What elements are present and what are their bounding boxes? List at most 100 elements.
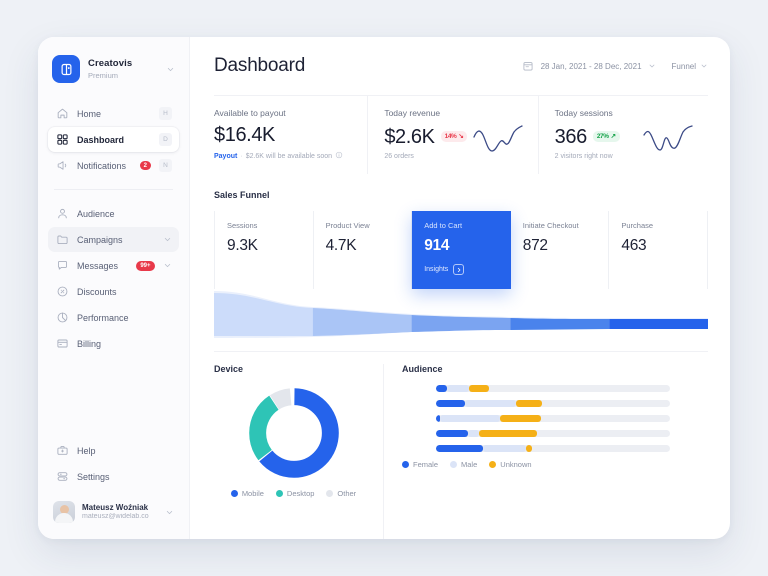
avatar — [53, 501, 75, 523]
arrow-down-icon: ↘ — [458, 133, 463, 140]
chip-value: 14% — [445, 133, 457, 140]
grid-icon — [55, 133, 69, 147]
sidebar-item-performance[interactable]: Performance — [48, 305, 179, 330]
status-badge: 27% ↗ — [593, 131, 620, 142]
user-profile[interactable]: Mateusz Woźniak mateusz@widelab.co — [48, 495, 179, 529]
segment-unknown — [479, 430, 536, 437]
funnel-stage-product-view[interactable]: Product View 4.7K — [314, 211, 413, 289]
bottom-row: Device Mo — [214, 351, 708, 539]
funnel-stage-purchase[interactable]: Purchase 463 — [609, 211, 708, 289]
legend-item-mobile: Mobile — [231, 489, 264, 498]
audience-legend: Female Male Unknown — [402, 460, 708, 469]
sidebar-item-label: Dashboard — [77, 135, 151, 145]
help-icon — [55, 444, 69, 458]
kpi-value: 366 — [555, 126, 587, 148]
segment-male — [483, 445, 526, 452]
chevron-down-icon — [163, 261, 172, 270]
user-email: mateusz@widelab.co — [82, 513, 158, 522]
stage-value: 9.3K — [227, 237, 301, 255]
legend-swatch — [326, 490, 333, 497]
user-icon — [55, 207, 69, 221]
sidebar-item-settings[interactable]: Settings — [48, 464, 179, 489]
top-controls: 28 Jan, 2021 - 28 Dec, 2021 Funnel — [522, 60, 708, 73]
calendar-icon — [522, 60, 535, 73]
stage-value: 872 — [523, 237, 597, 255]
kpi-subtext: Payout · $2.6K will be available soon — [214, 151, 353, 161]
separator-dot: · — [240, 153, 242, 160]
funnel-stage-initiate-checkout[interactable]: Initiate Checkout 872 — [511, 211, 610, 289]
legend-swatch — [276, 490, 283, 497]
shortcut-key: N — [159, 159, 172, 172]
sidebar-item-label: Performance — [77, 313, 172, 323]
discount-icon — [55, 285, 69, 299]
section-title: Device — [214, 364, 373, 374]
stacked-bar — [436, 400, 670, 407]
segment-unknown — [526, 445, 532, 452]
insights-button[interactable]: Insights — [424, 264, 498, 275]
sidebar-item-label: Messages — [77, 261, 128, 271]
sidebar-item-label: Settings — [77, 472, 172, 482]
info-icon[interactable] — [335, 151, 343, 161]
sidebar-item-home[interactable]: Home H — [48, 101, 179, 126]
sidebar-item-label: Home — [77, 109, 151, 119]
legend-item-desktop: Desktop — [276, 489, 315, 498]
stacked-bar — [436, 430, 670, 437]
user-name: Mateusz Woźniak — [82, 503, 158, 513]
sales-funnel-section: Sales Funnel Sessions 9.3K Product View … — [214, 190, 708, 339]
kpi-label: Available to payout — [214, 108, 353, 118]
main-content: Dashboard 28 Jan, 2021 - 28 Dec, 2021 Fu… — [190, 37, 730, 539]
legend-label: Desktop — [287, 489, 315, 498]
chevron-down-icon — [700, 62, 708, 70]
kpi-value: $16.4K — [214, 124, 275, 146]
nav-footer: Help Settings — [48, 438, 179, 489]
segment-female — [436, 445, 483, 452]
folder-icon — [55, 233, 69, 247]
legend-label: Mobile — [242, 489, 264, 498]
kpi-subtext: 2 visitors right now — [555, 153, 613, 160]
legend-label: Other — [337, 489, 356, 498]
funnel-stage-sessions[interactable]: Sessions 9.3K — [214, 211, 314, 289]
insights-label: Insights — [424, 266, 448, 273]
sparkline-icon — [472, 124, 524, 161]
sidebar-item-label: Discounts — [77, 287, 172, 297]
performance-icon — [55, 311, 69, 325]
screen: Creatovis Premium Home H — [0, 0, 768, 576]
sidebar-item-help[interactable]: Help — [48, 438, 179, 463]
legend-item-female: Female — [402, 460, 438, 469]
stage-value: 4.7K — [326, 237, 400, 255]
chevron-down-icon — [163, 235, 172, 244]
legend-swatch — [231, 490, 238, 497]
page-title: Dashboard — [214, 55, 305, 77]
legend-item-unknown: Unknown — [489, 460, 531, 469]
app-window: Creatovis Premium Home H — [38, 37, 730, 539]
sidebar-item-notifications[interactable]: Notifications 2 N — [48, 153, 179, 178]
date-range-value: 28 Jan, 2021 - 28 Dec, 2021 — [541, 62, 642, 71]
sidebar-item-audience[interactable]: Audience — [48, 201, 179, 226]
funnel-filter-dropdown[interactable]: Funnel — [672, 62, 708, 71]
kpi-value: $2.6K — [384, 126, 434, 148]
sidebar-item-campaigns[interactable]: Campaigns — [48, 227, 179, 252]
brand-plan: Premium — [88, 71, 158, 80]
audience-bars — [402, 385, 708, 452]
sidebar-item-messages[interactable]: Messages 99+ — [48, 253, 179, 278]
payout-link[interactable]: Payout — [214, 153, 237, 160]
date-range-picker[interactable]: 28 Jan, 2021 - 28 Dec, 2021 — [522, 60, 656, 73]
funnel-stage-add-to-cart[interactable]: Add to Cart 914 Insights — [412, 211, 511, 289]
funnel-filter-value: Funnel — [672, 62, 696, 71]
kpi-subtext: 26 orders — [384, 153, 414, 160]
brand-switcher[interactable]: Creatovis Premium — [48, 51, 179, 87]
sidebar-item-label: Audience — [77, 209, 172, 219]
creatovis-logo-icon — [52, 55, 80, 83]
segment-male — [440, 415, 501, 422]
sidebar-item-discounts[interactable]: Discounts — [48, 279, 179, 304]
segment-male — [447, 385, 469, 392]
sidebar: Creatovis Premium Home H — [38, 37, 190, 539]
sidebar-item-dashboard[interactable]: Dashboard D — [48, 127, 179, 152]
legend-label: Male — [461, 460, 477, 469]
stage-label: Product View — [326, 221, 400, 230]
stacked-bar — [436, 385, 670, 392]
audience-row-65-plus — [402, 445, 708, 452]
sidebar-item-billing[interactable]: Billing — [48, 331, 179, 356]
stage-label: Add to Cart — [424, 221, 498, 230]
sidebar-item-label: Help — [77, 446, 172, 456]
